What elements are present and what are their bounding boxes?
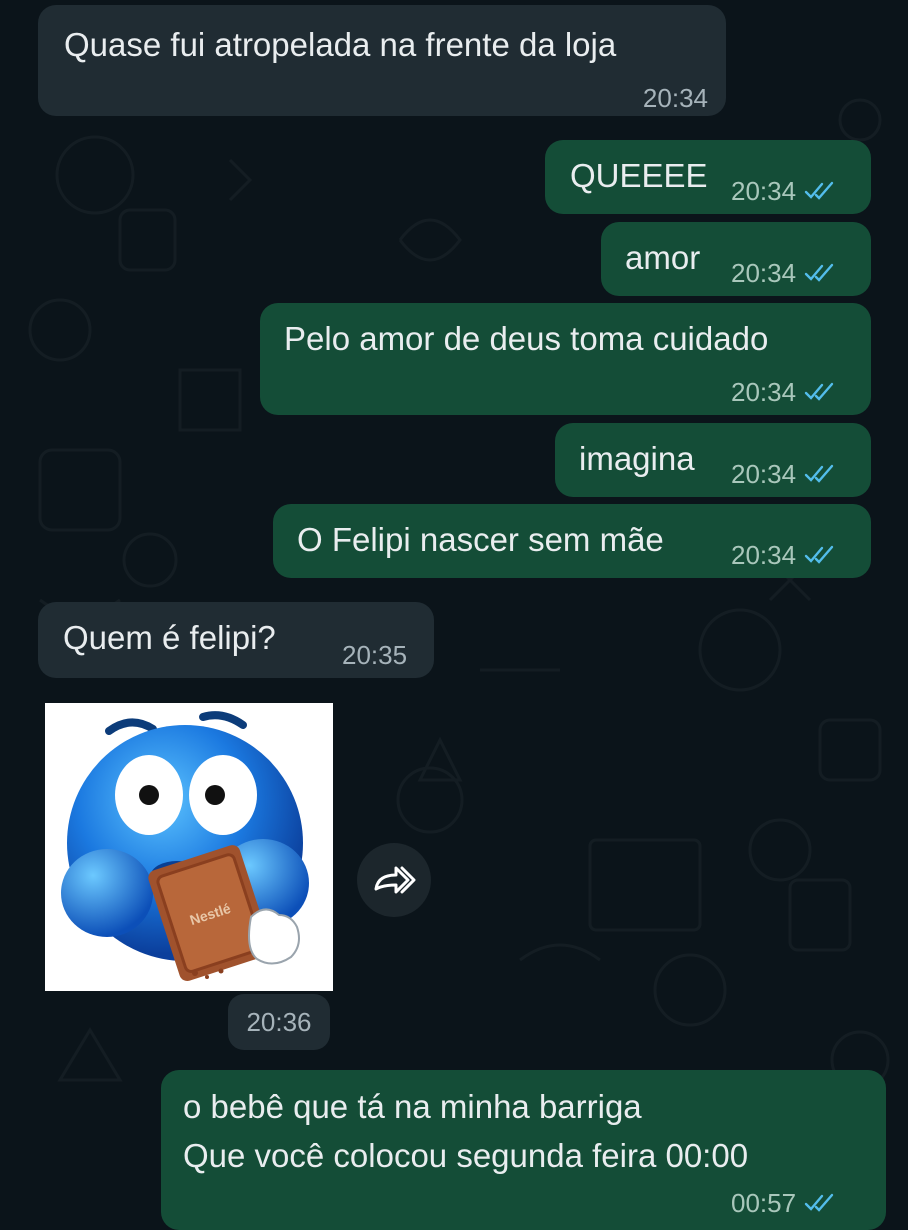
- message-text: O Felipi nascer sem mãe: [297, 521, 664, 558]
- message-time: 00:57: [731, 1188, 840, 1218]
- time-label: 20:34: [731, 540, 797, 570]
- read-ticks-icon: [804, 263, 834, 282]
- message-text: imagina: [579, 440, 695, 477]
- message-text: Pelo amor de deus toma cuidado: [284, 320, 769, 357]
- time-label: 20:35: [342, 640, 408, 670]
- chat-area[interactable]: Quase fui atropelada na frente da loja 2…: [0, 0, 908, 1230]
- incoming-message[interactable]: Quem é felipi? 20:35: [38, 602, 434, 678]
- time-label: 20:34: [731, 176, 797, 206]
- outgoing-message[interactable]: QUEEEE 20:34: [545, 140, 871, 214]
- outgoing-message[interactable]: imagina 20:34: [555, 423, 871, 497]
- incoming-message[interactable]: Quase fui atropelada na frente da loja 2…: [38, 5, 726, 116]
- message-time: 20:34: [731, 540, 840, 570]
- message-text: Quem é felipi?: [63, 619, 276, 656]
- message-time: 20:34: [731, 176, 840, 206]
- sticker-time: 20:36: [228, 994, 330, 1050]
- forward-button[interactable]: [357, 843, 431, 917]
- time-label: 00:57: [731, 1188, 797, 1218]
- message-time: 20:34: [731, 258, 840, 288]
- message-time: 20:35: [342, 640, 407, 670]
- message-text: amor: [625, 239, 701, 276]
- message-time: 20:34: [731, 377, 840, 407]
- read-ticks-icon: [804, 382, 834, 401]
- outgoing-message[interactable]: amor 20:34: [601, 222, 871, 296]
- outgoing-message[interactable]: O Felipi nascer sem mãe 20:34: [273, 504, 871, 578]
- blue-emoji-eating-chocolate-sticker: Nestlé: [61, 711, 309, 981]
- read-ticks-icon: [804, 464, 834, 483]
- time-label: 20:34: [731, 459, 797, 489]
- time-label: 20:34: [642, 83, 708, 113]
- time-label: 20:34: [731, 377, 797, 407]
- outgoing-message[interactable]: o bebê que tá na minha barriga Que você …: [161, 1070, 886, 1230]
- read-ticks-icon: [804, 181, 834, 200]
- message-text: Quase fui atropelada na frente da loja: [64, 26, 617, 63]
- message-text-line: Que você colocou segunda feira 00:00: [183, 1137, 749, 1174]
- message-time: 20:34: [643, 83, 708, 113]
- read-ticks-icon: [804, 545, 834, 564]
- message-time: 20:34: [731, 459, 840, 489]
- sticker-image[interactable]: Nestlé: [45, 703, 333, 991]
- outgoing-message[interactable]: Pelo amor de deus toma cuidado 20:34: [260, 303, 871, 415]
- time-label: 20:34: [731, 258, 797, 288]
- message-text: QUEEEE: [570, 157, 708, 194]
- forward-arrow-icon: [374, 866, 416, 894]
- message-text-line: o bebê que tá na minha barriga: [183, 1088, 642, 1125]
- time-label: 20:36: [246, 1007, 312, 1037]
- read-ticks-icon: [804, 1193, 834, 1212]
